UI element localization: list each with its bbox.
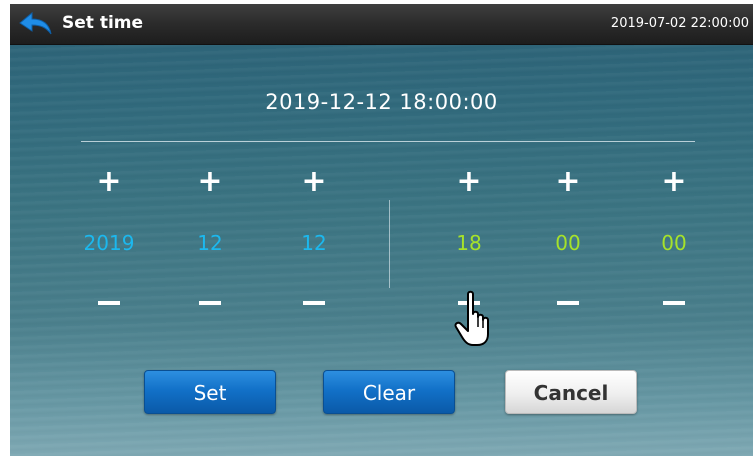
divider-horizontal: [81, 141, 695, 142]
set-time-screen: Set time 2019-07-02 22:00:00 2019-12-12 …: [10, 4, 753, 456]
back-arrow-icon: [19, 11, 52, 35]
day-decrement-button[interactable]: [279, 288, 349, 318]
minus-icon: [199, 301, 221, 305]
minute-increment-button[interactable]: +: [533, 164, 603, 200]
month-column: + 12: [175, 164, 245, 314]
minus-icon: [557, 301, 579, 305]
minus-icon: [98, 301, 120, 305]
back-button[interactable]: [18, 10, 54, 38]
year-value: 2019: [83, 231, 135, 255]
second-increment-button[interactable]: +: [639, 164, 709, 200]
set-button[interactable]: Set: [144, 370, 276, 414]
divider-vertical: [389, 200, 390, 288]
cancel-button[interactable]: Cancel: [505, 370, 637, 414]
month-value: 12: [197, 231, 223, 255]
minus-icon: [458, 301, 480, 305]
minute-decrement-button[interactable]: [533, 288, 603, 318]
second-column: + 00: [639, 164, 709, 314]
minus-icon: [303, 301, 325, 305]
hour-value: 18: [456, 231, 482, 255]
current-datetime-display: 2019-12-12 18:00:00: [265, 90, 498, 114]
hour-increment-button[interactable]: +: [434, 164, 504, 200]
day-column: + 12: [279, 164, 349, 314]
day-increment-button[interactable]: +: [279, 164, 349, 200]
year-increment-button[interactable]: +: [74, 164, 144, 200]
second-decrement-button[interactable]: [639, 288, 709, 318]
title-bar: Set time 2019-07-02 22:00:00: [10, 4, 753, 45]
month-increment-button[interactable]: +: [175, 164, 245, 200]
year-column: + 2019: [74, 164, 144, 314]
day-value: 12: [301, 231, 327, 255]
clear-button[interactable]: Clear: [323, 370, 455, 414]
year-decrement-button[interactable]: [74, 288, 144, 318]
system-clock: 2019-07-02 22:00:00: [610, 16, 749, 31]
month-decrement-button[interactable]: [175, 288, 245, 318]
minute-value: 00: [555, 231, 581, 255]
hour-decrement-button[interactable]: [434, 288, 504, 318]
second-value: 00: [661, 231, 687, 255]
minus-icon: [663, 301, 685, 305]
minute-column: + 00: [533, 164, 603, 314]
page-title: Set time: [62, 13, 144, 33]
hour-column: + 18: [434, 164, 504, 314]
